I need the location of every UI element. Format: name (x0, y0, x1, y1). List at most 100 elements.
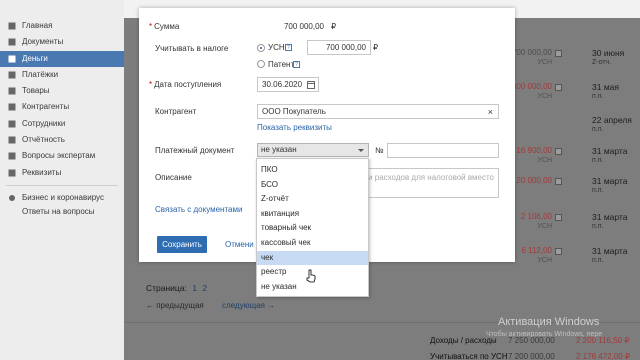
date-field[interactable]: 30.06.2020 (257, 77, 319, 92)
patent-label: Патент (268, 60, 295, 69)
dropdown-option[interactable]: чек (257, 250, 368, 265)
row-date: 31 марта (592, 176, 628, 186)
row-date: 31 мая (592, 82, 619, 92)
sidebar-item-3[interactable]: Платёжки (0, 67, 124, 83)
description-label: Описание (155, 173, 192, 182)
sidebar-item-6[interactable]: Сотрудники (0, 116, 124, 132)
sidebar-item-5[interactable]: Контрагенты (0, 99, 124, 115)
home-icon (8, 22, 16, 30)
page-1[interactable]: 1 (192, 283, 197, 293)
pagination: Страница: 1 2 (146, 283, 207, 293)
requisites-icon (8, 169, 16, 177)
save-button[interactable]: Сохранить (157, 236, 207, 253)
row-date: 30 июня (592, 48, 625, 58)
payments-icon (8, 71, 16, 79)
sidebar-item-label: Сотрудники (22, 118, 66, 128)
number-field[interactable] (387, 143, 499, 158)
payment-doc-selected: не указан (261, 145, 297, 154)
dropdown-option[interactable]: ПКО (257, 163, 368, 177)
money-icon (8, 55, 16, 63)
totals-row-usn: Учитываться по УСН 7 200 000,00 2 176 47… (430, 352, 630, 360)
totals-expense: 2 176 472,00 ₽ (576, 352, 631, 360)
sidebar-item-label: Платёжки (22, 69, 59, 79)
row-date: 22 апреля (592, 115, 632, 125)
pagination-label: Страница: (146, 283, 187, 293)
row-checkbox[interactable] (555, 84, 562, 91)
mouse-cursor-icon (306, 269, 316, 283)
reports-icon (8, 136, 16, 144)
tax-label: Учитывать в налоге (155, 44, 229, 53)
dropdown-option[interactable]: БСО (257, 178, 368, 192)
sidebar-item-label: Бизнес и коронавирус (22, 192, 104, 202)
row-doc-type: п.п. (592, 187, 604, 194)
dropdown-option[interactable]: Z-отчёт (257, 192, 368, 206)
sidebar-item-4[interactable]: Товары (0, 83, 124, 99)
row-doc-type: п.п. (592, 157, 604, 164)
sidebar-item-7[interactable]: Отчётность (0, 132, 124, 148)
row-doc-type: Z-отч. (592, 59, 612, 66)
row-date: 31 марта (592, 246, 628, 256)
show-requisites-link[interactable]: Показать реквизиты (257, 123, 332, 132)
sidebar-item-business-covid[interactable]: Бизнес и коронавирус (0, 190, 124, 206)
clear-icon[interactable]: × (488, 106, 493, 119)
row-date: 31 марта (592, 212, 628, 222)
link-documents-link[interactable]: Связать с документами (155, 205, 242, 214)
row-checkbox[interactable] (555, 214, 562, 221)
payment-doc-select[interactable]: не указан (257, 143, 369, 157)
dropdown-option[interactable]: товарный чек (257, 221, 368, 235)
sidebar-item-label: Документы (22, 37, 64, 47)
documents-icon (8, 38, 16, 46)
help-icon[interactable]: ? (285, 44, 292, 51)
usn-label: УСН (268, 43, 285, 52)
sidebar-item-0[interactable]: Главная (0, 18, 124, 34)
sidebar-item-label: Отчётность (22, 135, 65, 145)
dropdown-option[interactable]: кассовый чек (257, 236, 368, 250)
sidebar: Главная Документы Деньги Платёжки Товары Конт… (0, 0, 124, 360)
number-label: № (375, 146, 384, 155)
contractors-icon (8, 103, 16, 111)
date-value: 30.06.2020 (262, 80, 303, 89)
sidebar-item-label: Вопросы экспертам (22, 151, 96, 161)
page-2[interactable]: 2 (202, 283, 207, 293)
row-doc-type: п.п. (592, 257, 604, 264)
sidebar-item-label: Товары (22, 86, 50, 96)
windows-activation-title: Активация Windows (498, 316, 600, 328)
amount-field[interactable]: 700 000,00 (257, 19, 329, 34)
questions-icon (8, 152, 16, 160)
sidebar-item-1[interactable]: Документы (0, 34, 124, 50)
dropdown-option[interactable]: квитанция (257, 207, 368, 221)
amount-label: * Сумма (149, 22, 180, 31)
sidebar-item-9[interactable]: Реквизиты (0, 165, 124, 181)
sidebar-item-label: Контрагенты (22, 102, 70, 112)
totals-label: Учитываться по УСН (430, 352, 508, 360)
prev-page-link[interactable]: ← предыдущая (146, 301, 204, 310)
row-checkbox[interactable] (555, 178, 562, 185)
employees-icon (8, 120, 16, 128)
row-checkbox[interactable] (555, 50, 562, 57)
contractor-field[interactable]: ООО Покупатель × (257, 104, 499, 119)
payment-doc-label: Платежный документ (155, 146, 235, 155)
currency-sign: ₽ (373, 43, 379, 52)
row-checkbox[interactable] (555, 148, 562, 155)
pagination-nav: ← предыдущая следующая → (146, 301, 275, 310)
sidebar-item-8[interactable]: Вопросы экспертам (0, 148, 124, 164)
next-page-link[interactable]: следующая → (222, 301, 275, 310)
date-label: * Дата поступления (149, 80, 222, 89)
row-date: 31 марта (592, 146, 628, 156)
cancel-button[interactable]: Отмени (225, 240, 254, 249)
usn-amount-field[interactable]: 700 000,00 (307, 40, 371, 55)
goods-icon (8, 87, 16, 95)
help-icon[interactable]: ? (293, 61, 300, 68)
sidebar-divider (6, 184, 118, 186)
row-doc-type: п.п. (592, 126, 604, 133)
sidebar-answers-link[interactable]: Ответы на вопросы (0, 206, 124, 218)
virus-info-icon (9, 194, 15, 201)
calendar-icon[interactable] (307, 81, 315, 89)
currency-sign: ₽ (331, 22, 337, 31)
sidebar-item-2[interactable]: Деньги (0, 50, 124, 67)
sidebar-top (0, 0, 124, 18)
patent-radio[interactable] (257, 60, 265, 68)
row-checkbox[interactable] (555, 248, 562, 255)
totals-income: 7 200 000,00 (508, 352, 555, 360)
usn-radio[interactable] (257, 44, 265, 52)
